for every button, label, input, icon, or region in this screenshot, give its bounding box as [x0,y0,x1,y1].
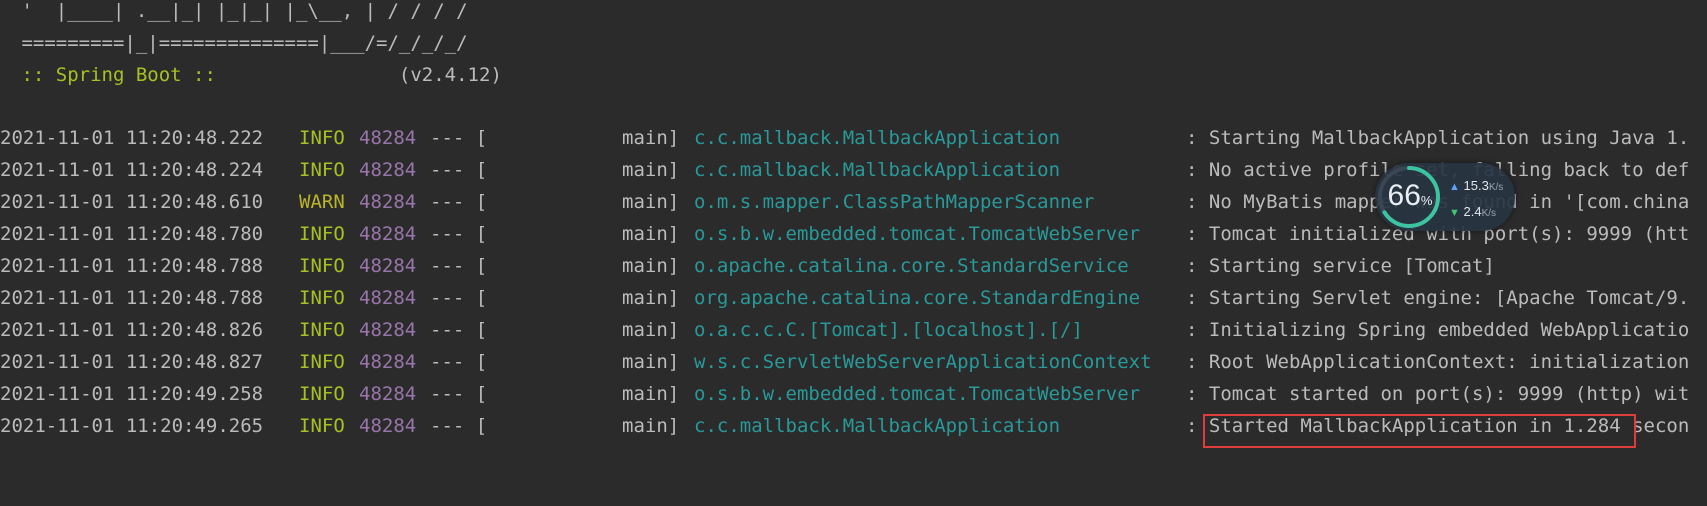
thread-name: main] [622,383,680,405]
logger-name: org.apache.catalina.core.StandardEngine [694,287,1141,309]
thread-name: main] [622,159,680,181]
thread-name: main] [622,287,680,309]
timestamp: 2021-11-01 11:20:48.222 [0,127,264,149]
log-message: : Starting MallbackApplication using Jav… [1186,127,1690,149]
logger-name: o.m.s.mapper.ClassPathMapperScanner [694,191,1095,213]
spring-boot-banner: :: Spring Boot :: (v2.4.12) [10,64,502,86]
arrow-up-icon: ▲ [1449,181,1460,193]
separator: --- [ [430,127,488,149]
banner-ascii-line: =========|_|==============|___/=/_/_/_/ [10,32,468,54]
log-level: INFO [299,127,345,149]
log-row: 2021-11-01 11:20:48.222 INFO 48284 --- [ mai… [0,127,1707,159]
timestamp: 2021-11-01 11:20:48.788 [0,287,264,309]
highlight-annotation [1203,414,1636,448]
cpu-percent: 66% [1385,179,1435,213]
log-message: : Starting Servlet engine: [Apache Tomca… [1186,287,1690,309]
upload-unit: K/s [1488,182,1504,193]
banner-ascii-line: ' |____| .__|_| |_|_| |_\__, | / / / / [10,0,468,22]
thread-name: main] [622,191,680,213]
logger-name: o.apache.catalina.core.StandardService [694,255,1129,277]
process-id: 48284 [359,159,417,181]
spring-boot-version: (v2.4.12) [227,64,502,86]
download-value: 2.4 [1463,204,1482,219]
log-level: INFO [299,383,345,405]
log-row: 2021-11-01 11:20:48.826 INFO 48284 --- [ mai… [0,319,1707,351]
logger-name: c.c.mallback.MallbackApplication [694,415,1061,437]
log-row: 2021-11-01 11:20:49.258 INFO 48284 --- [ mai… [0,383,1707,415]
download-unit: K/s [1481,208,1497,219]
separator: --- [ [430,159,488,181]
logger-name: o.s.b.w.embedded.tomcat.TomcatWebServer [694,223,1141,245]
log-message: : Root WebApplicationContext: initializa… [1186,351,1690,373]
timestamp: 2021-11-01 11:20:48.827 [0,351,264,373]
percent-sign: % [1420,193,1433,208]
log-level: INFO [299,223,345,245]
console-output[interactable]: ' |____| .__|_| |_|_| |_\__, | / / / / =… [0,0,1707,506]
thread-name: main] [622,415,680,437]
timestamp: 2021-11-01 11:20:49.258 [0,383,264,405]
log-message: : Starting service [Tomcat] [1186,255,1495,277]
logger-name: c.c.mallback.MallbackApplication [694,159,1061,181]
arrow-down-icon: ▼ [1449,207,1460,219]
process-id: 48284 [359,351,417,373]
percent-value: 66 [1387,179,1421,212]
timestamp: 2021-11-01 11:20:48.788 [0,255,264,277]
logger-name: c.c.mallback.MallbackApplication [694,127,1061,149]
log-level: INFO [299,159,345,181]
process-id: 48284 [359,127,417,149]
timestamp: 2021-11-01 11:20:48.610 [0,191,264,213]
separator: --- [ [430,223,488,245]
thread-name: main] [622,127,680,149]
process-id: 48284 [359,415,417,437]
log-level: INFO [299,255,345,277]
thread-name: main] [622,351,680,373]
separator: --- [ [430,255,488,277]
log-level: INFO [299,415,345,437]
log-row: 2021-11-01 11:20:48.788 INFO 48284 --- [ mai… [0,287,1707,319]
upload-value: 15.3 [1463,178,1489,193]
separator: --- [ [430,191,488,213]
log-level: INFO [299,351,345,373]
process-id: 48284 [359,191,417,213]
network-monitor-widget[interactable]: 66% ▲ 15.3K/s ▼ 2.4K/s [1375,163,1515,231]
timestamp: 2021-11-01 11:20:49.265 [0,415,264,437]
process-id: 48284 [359,319,417,341]
logger-name: o.s.b.w.embedded.tomcat.TomcatWebServer [694,383,1141,405]
separator: --- [ [430,351,488,373]
thread-name: main] [622,223,680,245]
thread-name: main] [622,319,680,341]
separator: --- [ [430,383,488,405]
timestamp: 2021-11-01 11:20:48.780 [0,223,264,245]
download-rate: ▼ 2.4K/s [1449,204,1496,219]
separator: --- [ [430,319,488,341]
timestamp: 2021-11-01 11:20:48.224 [0,159,264,181]
upload-rate: ▲ 15.3K/s [1449,178,1503,193]
log-level: INFO [299,319,345,341]
timestamp: 2021-11-01 11:20:48.826 [0,319,264,341]
process-id: 48284 [359,223,417,245]
log-level: INFO [299,287,345,309]
logger-name: w.s.c.ServletWebServerApplicationContext [694,351,1152,373]
process-id: 48284 [359,255,417,277]
log-level: WARN [299,191,345,213]
logger-name: o.a.c.c.C.[Tomcat].[localhost].[/] [694,319,1083,341]
log-message: : Tomcat started on port(s): 9999 (http)… [1186,383,1690,405]
separator: --- [ [430,287,488,309]
spring-boot-label: :: Spring Boot :: [10,64,228,86]
log-row: 2021-11-01 11:20:48.827 INFO 48284 --- [ mai… [0,351,1707,383]
thread-name: main] [622,255,680,277]
process-id: 48284 [359,383,417,405]
log-message: : Initializing Spring embedded WebApplic… [1186,319,1690,341]
separator: --- [ [430,415,488,437]
process-id: 48284 [359,287,417,309]
log-row: 2021-11-01 11:20:48.788 INFO 48284 --- [ mai… [0,255,1707,287]
